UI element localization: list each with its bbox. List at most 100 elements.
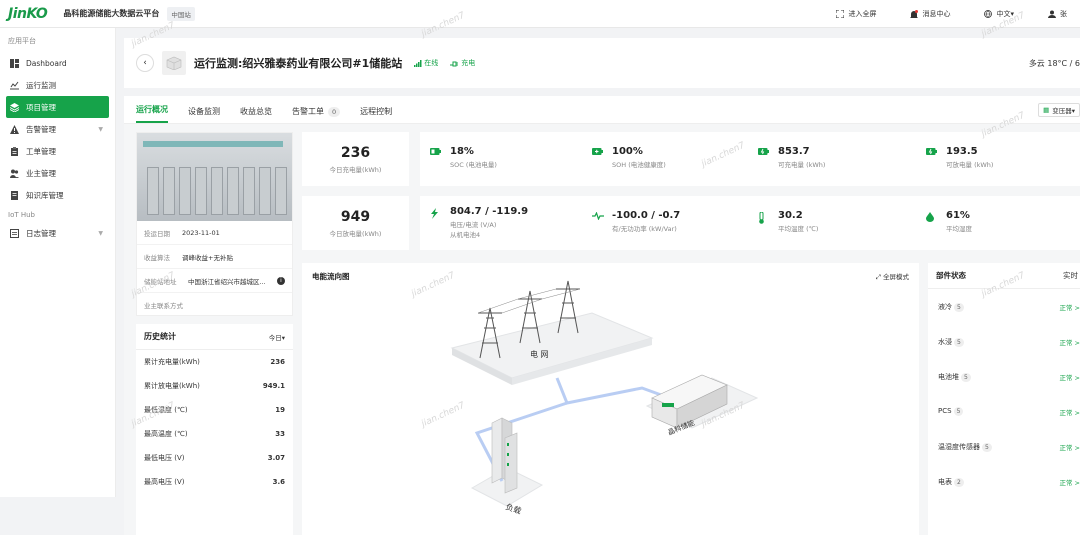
history-value: 19 bbox=[275, 406, 285, 414]
part-count-badge: 5 bbox=[953, 407, 964, 416]
parts-row[interactable]: 电表 2 正常 > bbox=[928, 464, 1080, 499]
part-count-badge: 5 bbox=[954, 337, 964, 347]
language-label: 中文▾ bbox=[996, 10, 1014, 18]
sidebar-item-label: 工单管理 bbox=[26, 146, 56, 156]
part-status[interactable]: 正常 > bbox=[1059, 477, 1080, 487]
soh-label: SOH (电池健康度) bbox=[612, 161, 666, 169]
history-range-select[interactable]: 今日▾ bbox=[269, 332, 285, 342]
temperature-label: 平均温度 (℃) bbox=[778, 225, 819, 233]
battery-discharge-icon bbox=[926, 148, 938, 157]
signal-icon bbox=[414, 59, 422, 67]
tab-remote-control[interactable]: 远程控制 bbox=[360, 106, 392, 123]
sidebar-item-label: 项目管理 bbox=[26, 102, 56, 112]
info-icon[interactable]: i bbox=[277, 276, 285, 285]
history-key: 最高温度 (℃) bbox=[144, 430, 188, 438]
energy-flow-diagram: 电 网 晶科储能 负载 bbox=[450, 280, 759, 516]
part-status[interactable]: 正常 > bbox=[1059, 302, 1080, 312]
part-status[interactable]: 正常 > bbox=[1059, 372, 1080, 382]
parts-realtime-label[interactable]: 实时 bbox=[1063, 270, 1078, 281]
sidebar-item-logs[interactable]: 日志管理 ▼ bbox=[0, 222, 115, 244]
sidebar-group-iot: IoT Hub bbox=[8, 211, 35, 219]
parts-row[interactable]: PCS 5 正常 > bbox=[928, 394, 1080, 429]
fullscreen-toggle[interactable]: 进入全屏 bbox=[836, 9, 876, 19]
logo[interactable]: JinKO bbox=[8, 6, 48, 22]
message-label: 消息中心 bbox=[922, 10, 951, 18]
parts-row[interactable]: 电池堆 5 正常 > bbox=[928, 359, 1080, 394]
sidebar: 应用平台 Dashboard 运行监测 项目管理 告警管理 ▼ 工单管理 业主管… bbox=[0, 28, 116, 497]
power-label: 有/无功功率 (kW/Var) bbox=[612, 225, 677, 233]
log-icon bbox=[10, 228, 19, 238]
parts-title: 部件状态 bbox=[936, 271, 966, 280]
sidebar-item-label: 知识库管理 bbox=[26, 190, 64, 200]
voltage-current-value: 804.7 / -119.9 bbox=[450, 206, 529, 217]
voltage-current-sub: 从机电池4 bbox=[450, 231, 481, 239]
charging-status: 充电 bbox=[450, 58, 475, 68]
history-row: 最高电压 (V) 3.6 bbox=[136, 470, 293, 494]
charging-label: 充电 bbox=[461, 59, 476, 67]
tab-device-monitor[interactable]: 设备监测 bbox=[188, 106, 220, 123]
battery-icon bbox=[430, 148, 442, 157]
sidebar-item-label: Dashboard bbox=[26, 58, 67, 68]
info-key: 储能站地址 bbox=[144, 277, 177, 286]
bell-icon bbox=[910, 9, 919, 18]
soh-kpi: 100% SOH (电池健康度) bbox=[592, 146, 666, 169]
history-row: 累计充电量(kWh) 236 bbox=[136, 350, 293, 374]
discharge-today-value: 949 bbox=[340, 208, 371, 225]
back-button[interactable]: ‹ bbox=[136, 54, 154, 72]
info-row-contact: 业主联系方式 bbox=[137, 293, 292, 317]
message-center[interactable]: 消息中心 bbox=[910, 9, 950, 19]
tab-overview[interactable]: 运行概况 bbox=[136, 104, 168, 123]
sidebar-item-dashboard[interactable]: Dashboard bbox=[0, 52, 115, 74]
tab-revenue[interactable]: 收益总览 bbox=[240, 106, 272, 123]
user-menu[interactable]: 张 bbox=[1048, 9, 1080, 19]
part-name: 电表 bbox=[938, 477, 952, 486]
power-value: -100.0 / -0.7 bbox=[612, 210, 681, 221]
language-select[interactable]: 中文▾ bbox=[984, 9, 1014, 19]
transformer-label: 变压器▾ bbox=[1052, 107, 1075, 115]
info-key: 收益算法 bbox=[144, 253, 170, 262]
sidebar-item-label: 业主管理 bbox=[26, 168, 56, 178]
parts-row[interactable]: 水浸 5 正常 > bbox=[928, 324, 1080, 359]
site-photo bbox=[137, 133, 292, 221]
parts-row[interactable]: 温湿度传感器 5 正常 > bbox=[928, 429, 1080, 464]
region-tag[interactable]: 中国站 bbox=[167, 6, 195, 21]
sidebar-item-owners[interactable]: 业主管理 bbox=[0, 162, 115, 184]
power-kpi: -100.0 / -0.7 有/无功功率 (kW/Var) bbox=[592, 210, 680, 233]
part-status[interactable]: 正常 > bbox=[1059, 442, 1080, 452]
sidebar-group-apps: 应用平台 bbox=[8, 37, 36, 45]
part-status[interactable]: 正常 > bbox=[1059, 337, 1080, 347]
monitor-icon bbox=[10, 81, 19, 90]
parts-row[interactable]: 液冷 5 正常 > bbox=[928, 289, 1080, 324]
charge-today-card: 236 今日充电量(kWh) bbox=[302, 132, 409, 186]
history-value: 949.1 bbox=[262, 382, 285, 390]
soh-value: 100% bbox=[612, 146, 643, 157]
info-row-algorithm: 收益算法 调峰收益+无补贴 bbox=[137, 245, 292, 269]
sidebar-item-alarms[interactable]: 告警管理 ▼ bbox=[0, 118, 115, 140]
history-row: 最低温度 (℃) 19 bbox=[136, 398, 293, 422]
load-label: 负载 bbox=[504, 501, 522, 515]
tab-bar: 运行概况 设备监测 收益总览 告警工单 0 远程控制 ▦ 变压器▾ bbox=[124, 96, 1080, 124]
top-bar: JinKO 晶科能源储能大数据云平台 中国站 进入全屏 消息中心 中文▾ 张 bbox=[0, 0, 1080, 28]
sidebar-item-workorders[interactable]: 工单管理 bbox=[0, 140, 115, 162]
sidebar-item-knowledge[interactable]: 知识库管理 bbox=[0, 184, 115, 206]
dischargeable-kpi: 193.5 可放电量 (kWh) bbox=[926, 146, 993, 169]
transformer-select[interactable]: ▦ 变压器▾ bbox=[1038, 103, 1080, 117]
page-title: 运行监测:绍兴雅泰药业有限公司#1储能站 bbox=[194, 57, 403, 70]
chargeable-kpi: 853.7 可充电量 (kWh) bbox=[758, 146, 825, 169]
chargeable-value: 853.7 bbox=[778, 146, 810, 157]
chevron-down-icon: ▼ bbox=[98, 125, 103, 133]
discharge-today-label: 今日放电量(kWh) bbox=[329, 229, 382, 238]
dashboard-icon bbox=[10, 58, 19, 68]
history-value: 33 bbox=[275, 430, 285, 438]
tab-alarm-orders[interactable]: 告警工单 0 bbox=[292, 106, 341, 123]
online-label: 在线 bbox=[424, 59, 439, 67]
site-header: ‹ 运行监测:绍兴雅泰药业有限公司#1储能站 在线 充电 多云 18°C / 6 bbox=[124, 38, 1080, 88]
part-status[interactable]: 正常 > bbox=[1059, 407, 1080, 417]
tab-label: 运行概况 bbox=[136, 105, 168, 114]
sidebar-item-monitor[interactable]: 运行监测 bbox=[0, 74, 115, 96]
sidebar-item-label: 运行监测 bbox=[26, 80, 56, 90]
sidebar-item-projects[interactable]: 项目管理 bbox=[6, 96, 109, 118]
alarm-count-badge: 0 bbox=[328, 106, 341, 117]
part-count-badge: 2 bbox=[954, 477, 964, 487]
energy-flow-card: 电能流向图 ⤢ 全屏模式 电 网 晶科储能 负载 bbox=[302, 263, 919, 535]
